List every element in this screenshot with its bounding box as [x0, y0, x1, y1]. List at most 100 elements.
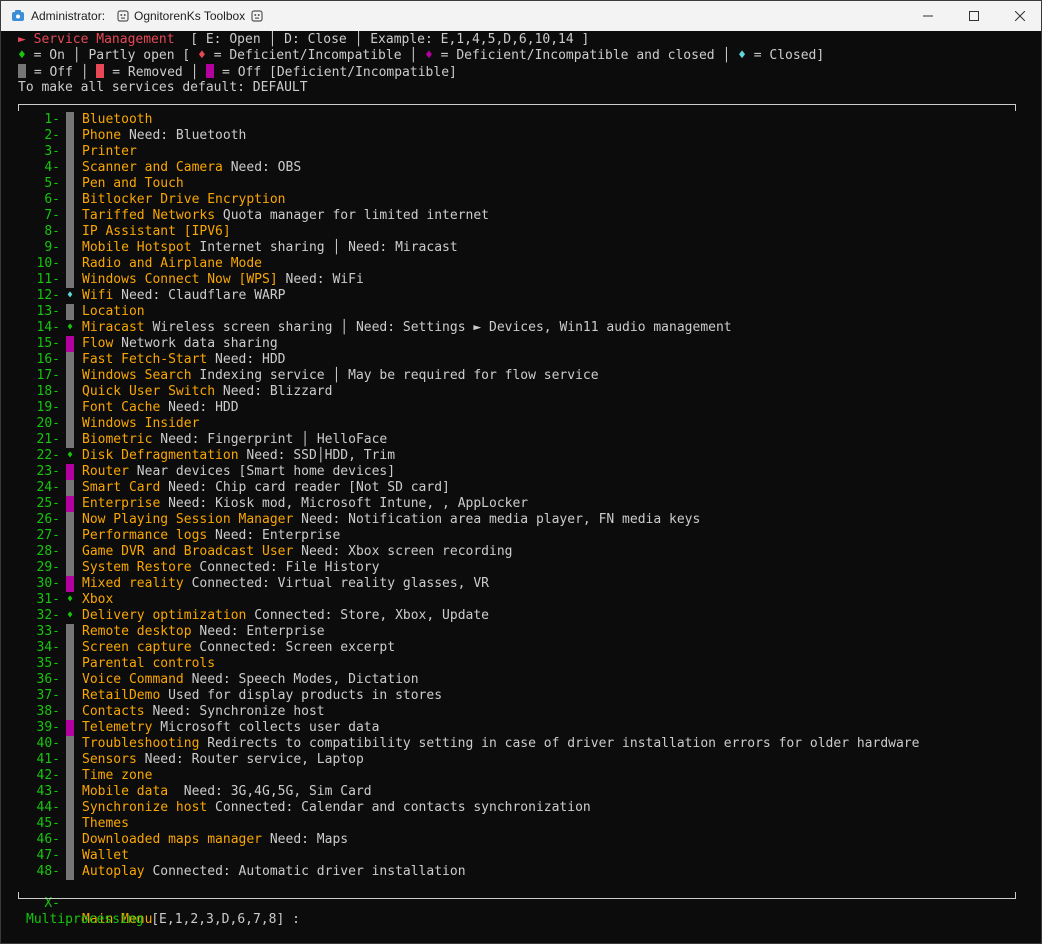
service-item[interactable]: 46- Downloaded maps manager Need: Maps: [1, 832, 1041, 848]
service-item[interactable]: 20- Windows Insider: [1, 416, 1041, 432]
service-item[interactable]: 37- RetailDemo Used for display products …: [1, 688, 1041, 704]
service-name: Game DVR and Broadcast User: [82, 544, 294, 559]
maximize-button[interactable]: [951, 1, 997, 31]
service-number: 48-: [36, 864, 60, 879]
service-description: Need: Enterprise: [207, 528, 341, 543]
status-off-block-icon: [66, 224, 74, 240]
service-item[interactable]: 24- Smart Card Need: Chip card reader [No…: [1, 480, 1041, 496]
service-name: Voice Command: [82, 672, 184, 687]
service-item[interactable]: 15- Flow Network data sharing: [1, 336, 1041, 352]
service-info: Wifi Need: Claudflare WARP: [82, 288, 286, 304]
service-item[interactable]: 3- Printer: [1, 144, 1041, 160]
title-bar[interactable]: Administrator: OgnitorenKs Toolbox: [1, 1, 1041, 31]
service-number: 6-: [44, 192, 60, 207]
service-item[interactable]: 44- Synchronize host Connected: Calendar …: [1, 800, 1041, 816]
service-item[interactable]: 6- Bitlocker Drive Encryption: [1, 192, 1041, 208]
service-item[interactable]: 45- Themes: [1, 816, 1041, 832]
service-description: Need: OBS: [222, 160, 302, 175]
close-button[interactable]: [997, 1, 1042, 31]
service-name: Bluetooth: [82, 112, 153, 127]
service-item[interactable]: 38- Contacts Need: Synchronize host: [1, 704, 1041, 720]
service-item[interactable]: 47- Wallet: [1, 848, 1041, 864]
service-info: Scanner and Camera Need: OBS: [82, 160, 301, 176]
service-description: Indexing service │ May be required for f…: [191, 368, 599, 383]
status-off-deficient-block-icon: [66, 336, 74, 352]
service-info: Phone Need: Bluetooth: [82, 128, 246, 144]
service-item[interactable]: 16- Fast Fetch-Start Need: HDD: [1, 352, 1041, 368]
service-number: 19-: [36, 400, 60, 415]
service-info: Printer: [82, 144, 137, 160]
service-info: Tariffed Networks Quota manager for limi…: [82, 208, 489, 224]
status-off-deficient-block-icon: [66, 464, 74, 480]
service-description: Need: Enterprise: [191, 624, 325, 639]
service-name: Wifi: [82, 288, 114, 303]
service-item[interactable]: 34- Screen capture Connected: Screen exce…: [1, 640, 1041, 656]
service-item[interactable]: 2- Phone Need: Bluetooth: [1, 128, 1041, 144]
service-item[interactable]: 7- Tariffed Networks Quota manager for li…: [1, 208, 1041, 224]
service-description: Near devices [Smart home devices]: [128, 464, 396, 479]
service-item[interactable]: 27- Performance logs Need: Enterprise: [1, 528, 1041, 544]
service-item[interactable]: 21- Biometric Need: Fingerprint │ HelloFa…: [1, 432, 1041, 448]
service-item[interactable]: 31- ♦ Xbox: [1, 592, 1041, 608]
service-item[interactable]: 28- Game DVR and Broadcast User Need: Xbo…: [1, 544, 1041, 560]
legend-separator: │: [72, 48, 81, 63]
service-info: Windows Search Indexing service │ May be…: [82, 368, 599, 384]
service-item[interactable]: 23- Router Near devices [Smart home devic…: [1, 464, 1041, 480]
service-item[interactable]: 32- ♦ Delivery optimization Connected: Sto…: [1, 608, 1041, 624]
service-number: 8-: [44, 224, 60, 239]
service-name: Autoplay: [82, 864, 145, 879]
service-item[interactable]: 10- Radio and Airplane Mode: [1, 256, 1041, 272]
service-name: Downloaded maps manager: [82, 832, 263, 847]
command-prompt[interactable]: Multiprocessing [E,1,2,3,D,6,7,8] :: [26, 912, 300, 928]
service-number: 12-: [36, 288, 60, 303]
service-item[interactable]: 40- Troubleshooting Redirects to compatib…: [1, 736, 1041, 752]
service-item[interactable]: 4- Scanner and Camera Need: OBS: [1, 160, 1041, 176]
service-item[interactable]: 9- Mobile Hotspot Internet sharing │ Need…: [1, 240, 1041, 256]
terminal-content[interactable]: ► Service Management [ E: Open │ D: Clos…: [1, 31, 1041, 943]
service-item[interactable]: 39- Telemetry Microsoft collects user dat…: [1, 720, 1041, 736]
service-item[interactable]: 11- Windows Connect Now [WPS] Need: WiFi: [1, 272, 1041, 288]
service-item[interactable]: 17- Windows Search Indexing service │ May…: [1, 368, 1041, 384]
service-item[interactable]: 48- Autoplay Connected: Automatic driver …: [1, 864, 1041, 880]
service-number: 20-: [36, 416, 60, 431]
service-name: Delivery optimization: [82, 608, 247, 623]
prompt-input-value[interactable]: [E,1,2,3,D,6,7,8] :: [151, 912, 300, 927]
service-description: Need: Claudflare WARP: [113, 288, 286, 303]
service-info: Mixed reality Connected: Virtual reality…: [82, 576, 489, 592]
service-number: 47-: [36, 848, 60, 863]
service-item[interactable]: 5- Pen and Touch: [1, 176, 1041, 192]
service-item[interactable]: 26- Now Playing Session Manager Need: Not…: [1, 512, 1041, 528]
service-description: Need: Maps: [262, 832, 349, 847]
list-frame-top: [18, 104, 1016, 111]
status-on-diamond-icon: ♦: [66, 450, 74, 461]
service-number: 40-: [36, 736, 60, 751]
service-item[interactable]: 14- ♦ Miracast Wireless screen sharing │ N…: [1, 320, 1041, 336]
service-item[interactable]: 8- IP Assistant [IPV6]: [1, 224, 1041, 240]
service-item[interactable]: 33- Remote desktop Need: Enterprise: [1, 624, 1041, 640]
service-item[interactable]: 35- Parental controls: [1, 656, 1041, 672]
service-item[interactable]: 18- Quick User Switch Need: Blizzard: [1, 384, 1041, 400]
service-item[interactable]: 29- System Restore Connected: File Histor…: [1, 560, 1041, 576]
status-off-block-icon: [66, 864, 74, 880]
service-description: Need: Bluetooth: [121, 128, 247, 143]
service-item[interactable]: 13- Location: [1, 304, 1041, 320]
service-item[interactable]: 30- Mixed reality Connected: Virtual real…: [1, 576, 1041, 592]
status-off-block-icon: [66, 848, 74, 864]
service-name: Flow: [82, 336, 114, 351]
service-info: Miracast Wireless screen sharing │ Need:…: [82, 320, 732, 336]
service-number: 34-: [36, 640, 60, 655]
minimize-button[interactable]: [905, 1, 951, 31]
status-off-block-icon: [66, 480, 74, 496]
service-item[interactable]: 43- Mobile data Need: 3G,4G,5G, Sim Card: [1, 784, 1041, 800]
service-item[interactable]: 19- Font Cache Need: HDD: [1, 400, 1041, 416]
service-item[interactable]: 1- Bluetooth: [1, 112, 1041, 128]
service-item[interactable]: 41- Sensors Need: Router service, Laptop: [1, 752, 1041, 768]
status-off-deficient-block-icon: [66, 720, 74, 736]
on-diamond-icon: ♦: [18, 48, 26, 63]
service-item[interactable]: 25- Enterprise Need: Kiosk mod, Microsoft…: [1, 496, 1041, 512]
service-item[interactable]: 36- Voice Command Need: Speech Modes, Dic…: [1, 672, 1041, 688]
service-item[interactable]: 12- ♦ Wifi Need: Claudflare WARP: [1, 288, 1041, 304]
service-name: Smart Card: [82, 480, 161, 495]
service-item[interactable]: 42- Time zone: [1, 768, 1041, 784]
service-item[interactable]: 22- ♦ Disk Defragmentation Need: SSD│HDD, …: [1, 448, 1041, 464]
